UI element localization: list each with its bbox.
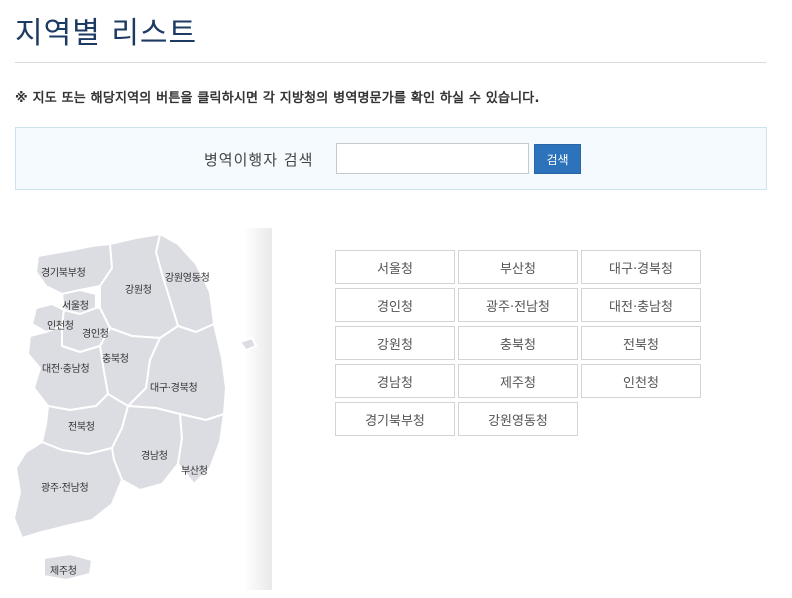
korea-map: 경기북부청 강원영동청 강원청 서울청 인천청 경인청 충북청 대전·충남청 대… (0, 228, 272, 590)
map-label-gangwonyeongdong[interactable]: 강원영동청 (165, 269, 210, 284)
office-button-daejeon[interactable]: 대전·충남청 (581, 288, 701, 322)
office-button-jeonbuk[interactable]: 전북청 (581, 326, 701, 360)
search-panel: 병역이행자 검색 검색 (15, 127, 767, 190)
map-label-daegu[interactable]: 대구·경북청 (150, 379, 198, 394)
map-label-gyeongin[interactable]: 경인청 (82, 325, 109, 340)
office-button-gyeongin[interactable]: 경인청 (335, 288, 455, 322)
office-button-grid: 서울청 부산청 대구·경북청 경인청 광주·전남청 대전·충남청 강원청 충북청… (335, 250, 705, 436)
map-label-incheon[interactable]: 인천청 (47, 317, 74, 332)
office-button-gwangju[interactable]: 광주·전남청 (458, 288, 578, 322)
title-divider (15, 62, 766, 63)
island-shape (239, 337, 257, 351)
office-button-gangwonyeongdong[interactable]: 강원영동청 (458, 402, 578, 436)
map-label-jeonbuk[interactable]: 전북청 (68, 418, 95, 433)
search-input[interactable] (336, 143, 529, 174)
map-label-gyeongnam[interactable]: 경남청 (141, 447, 168, 462)
office-button-gyeonggibuk[interactable]: 경기북부청 (335, 402, 455, 436)
map-label-jeju[interactable]: 제주청 (50, 562, 77, 577)
page-title: 지역별 리스트 (15, 16, 198, 51)
map-label-daejeon[interactable]: 대전·충남청 (42, 360, 90, 375)
search-label: 병역이행자 검색 (204, 151, 314, 169)
office-button-gyeongnam[interactable]: 경남청 (335, 364, 455, 398)
office-button-gangwon[interactable]: 강원청 (335, 326, 455, 360)
notice-text: ※ 지도 또는 해당지역의 버튼을 클릭하시면 각 지방청의 병역명문가를 확인… (15, 91, 540, 106)
office-button-daegu[interactable]: 대구·경북청 (581, 250, 701, 284)
map-label-busan[interactable]: 부산청 (181, 462, 208, 477)
map-label-gangwon[interactable]: 강원청 (125, 281, 152, 296)
map-label-chungbuk[interactable]: 충북청 (102, 350, 129, 365)
office-button-incheon[interactable]: 인천청 (581, 364, 701, 398)
map-label-gyeonggibuk[interactable]: 경기북부청 (41, 264, 86, 279)
map-label-seoul[interactable]: 서울청 (62, 297, 89, 312)
office-button-jeju[interactable]: 제주청 (458, 364, 578, 398)
office-button-seoul[interactable]: 서울청 (335, 250, 455, 284)
office-button-chungbuk[interactable]: 충북청 (458, 326, 578, 360)
search-button[interactable]: 검색 (534, 144, 581, 174)
map-label-gwangju[interactable]: 광주·전남청 (41, 479, 89, 494)
office-button-busan[interactable]: 부산청 (458, 250, 578, 284)
